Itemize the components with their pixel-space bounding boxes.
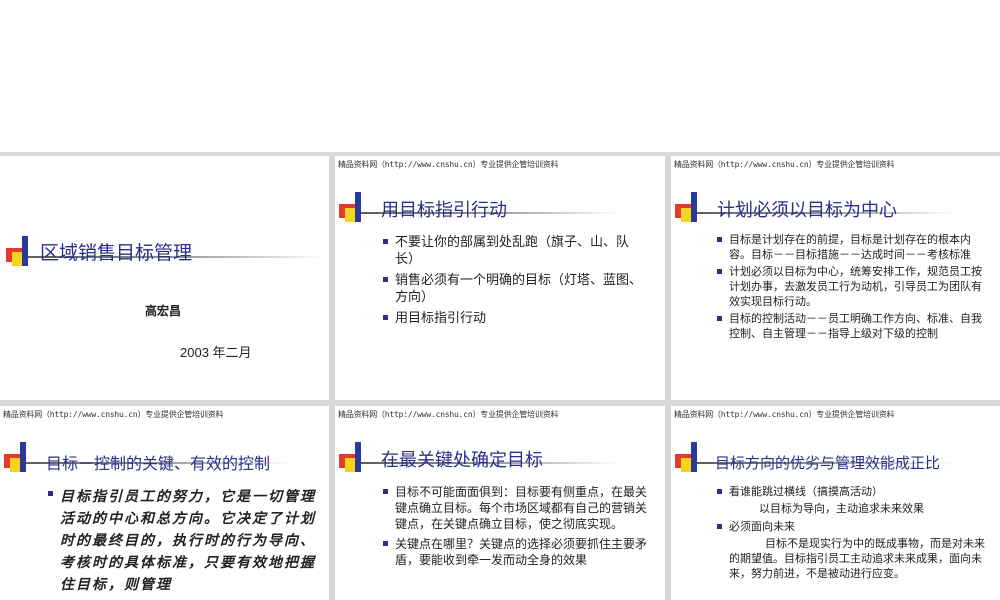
bullet-item: 目标指引员工的努力，它是一切管理活动的中心和总方向。它决定了计划时的最终目的，执… [48,486,316,596]
bullet-list: 目标不可能面面俱到：目标要有侧重点，在最关键点确立目标。每个市场区域都有自己的营… [383,484,653,568]
slide-header: 精品资料网（http://www.cnshu.cn）专业提供企管培训资料 [674,160,895,169]
slide-header: 精品资料网（http://www.cnshu.cn）专业提供企管培训资料 [338,160,559,169]
bullet-item: 目标不可能面面俱到：目标要有侧重点，在最关键点确立目标。每个市场区域都有自己的营… [383,484,653,532]
bullet-item: 必须面向未来 目标不是现实行为中的既成事物，而是对未来的期望值。目标指引员工主动… [717,519,987,581]
slide-thumbnail-5[interactable]: 精品资料网（http://www.cnshu.cn）专业提供企管培训资料 在最关… [335,406,665,600]
bullet-item: 目标的控制活动－－员工明确工作方向、标准、自我控制、自主管理－－指导上级对下级的… [717,311,987,341]
bullet-item: 关键点在哪里？关键点的选择必须要抓住主要矛盾，要能收到牵一发而动全身的效果 [383,536,653,568]
slide-title: 在最关键处确定目标 [381,450,543,471]
bullet-list: 目标是计划存在的前提，目标是计划存在的根本内容。目标－－目标措施－－达成时间－－… [717,232,987,341]
bullet-item: 看谁能跳过横线（搞摸高活动） 以目标为导向，主动追求未来效果 [717,484,987,516]
title-decoration-icon [675,190,955,226]
slide-thumbnail-1[interactable]: 区域销售目标管理 高宏昌 2003 年二月 [0,156,329,400]
slide-sorter-grid: 区域销售目标管理 高宏昌 2003 年二月 精品资料网（http://www.c… [0,152,1000,600]
title-decoration-icon [339,440,619,476]
slide-thumbnail-2[interactable]: 精品资料网（http://www.cnshu.cn）专业提供企管培训资料 用目标… [335,156,665,400]
title-decoration-icon [675,440,955,476]
bullet-text: 必须面向未来 [729,520,795,533]
bullet-item: 目标是计划存在的前提，目标是计划存在的根本内容。目标－－目标措施－－达成时间－－… [717,232,987,262]
slide-title: 目标－控制的关键、有效的控制 [46,454,271,473]
slide-header: 精品资料网（http://www.cnshu.cn）专业提供企管培训资料 [3,410,224,419]
slide-title: 区域销售目标管理 [40,242,193,264]
bullet-text: 看谁能跳过横线（搞摸高活动） [729,485,883,498]
slide-header: 精品资料网（http://www.cnshu.cn）专业提供企管培训资料 [674,410,895,419]
slide-header: 精品资料网（http://www.cnshu.cn）专业提供企管培训资料 [338,410,559,419]
slide-thumbnail-3[interactable]: 精品资料网（http://www.cnshu.cn）专业提供企管培训资料 计划必… [671,156,1000,400]
author-name: 高宏昌 [145,304,182,318]
title-decoration-icon [6,234,326,270]
slide-date: 2003 年二月 [180,345,252,360]
sub-text: 以目标为导向，主动追求未来效果 [759,502,924,515]
bullet-item: 销售必须有一个明确的目标（灯塔、蓝图、方向） [383,272,645,306]
title-decoration-icon [339,190,619,226]
bullet-item: 计划必须以目标为中心，统筹安排工作，规范员工按计划办事，去激发员工行为动机，引导… [717,264,987,309]
blank-top-area [0,0,1000,152]
slide-thumbnail-6[interactable]: 精品资料网（http://www.cnshu.cn）专业提供企管培训资料 目标方… [671,406,1000,600]
slide-thumbnail-4[interactable]: 精品资料网（http://www.cnshu.cn）专业提供企管培训资料 目标－… [0,406,329,600]
bullet-list: 目标指引员工的努力，它是一切管理活动的中心和总方向。它决定了计划时的最终目的，执… [48,486,316,596]
sub-text: 目标不是现实行为中的既成事物，而是对未来的期望值。目标指引员工主动追求未来成果，… [729,537,985,580]
slide-title: 用目标指引行动 [381,200,507,221]
bullet-list: 看谁能跳过横线（搞摸高活动） 以目标为导向，主动追求未来效果 必须面向未来 目标… [717,484,987,581]
bullet-item: 用目标指引行动 [383,310,645,327]
slide-title: 计划必须以目标为中心 [717,200,897,221]
title-decoration-icon [4,440,294,476]
bullet-item: 不要让你的部属到处乱跑（旗子、山、队长） [383,234,645,268]
slide-title: 目标方向的优劣与管理效能成正比 [715,454,941,472]
bullet-list: 不要让你的部属到处乱跑（旗子、山、队长） 销售必须有一个明确的目标（灯塔、蓝图、… [383,234,645,327]
